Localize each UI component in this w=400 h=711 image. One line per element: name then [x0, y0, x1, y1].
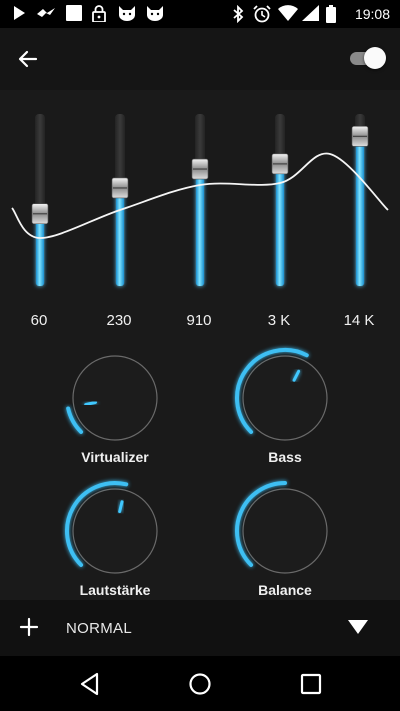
band-label-60: 60: [30, 312, 48, 329]
band-label-14k: 14 K: [343, 312, 375, 329]
bluetooth-icon: [233, 5, 244, 23]
balance-label: Balance: [258, 582, 312, 598]
band-label-910: 910: [186, 312, 212, 329]
slider-fill: [196, 169, 204, 286]
app-bar: [0, 28, 400, 90]
slider-fill: [36, 213, 44, 286]
virtualizer-knob[interactable]: [66, 355, 158, 441]
equalizer-enable-toggle[interactable]: [348, 47, 386, 69]
knob-body[interactable]: [242, 355, 328, 441]
band-label-230: 230: [106, 312, 132, 329]
bass-knob[interactable]: [235, 348, 328, 441]
battery-icon: [326, 5, 336, 23]
bass-label: Bass: [268, 449, 302, 465]
square-notification-icon: [66, 5, 82, 21]
slider-fill: [356, 136, 364, 286]
cat-icon: [147, 6, 163, 21]
triangle-down-icon[interactable]: [346, 618, 370, 636]
band-slider[interactable]: [271, 114, 289, 286]
play-icon: [14, 6, 25, 20]
plus-icon[interactable]: [18, 616, 40, 638]
virtualizer-label: Virtualizer: [81, 449, 149, 465]
knob-indicator: [84, 400, 97, 407]
band-label-3k: 3 K: [267, 312, 291, 329]
cat-icon: [119, 6, 135, 21]
band-slider[interactable]: [351, 114, 369, 286]
lautstaerke-label: Lautstärke: [79, 582, 151, 598]
band-slider[interactable]: [31, 114, 49, 286]
signal-icon: [302, 5, 319, 21]
toggle-thumb: [364, 47, 386, 69]
band-slider[interactable]: [111, 114, 129, 286]
wifi-icon: [278, 5, 298, 21]
nav-recents-icon[interactable]: [297, 670, 325, 698]
preset-bar: NORMAL: [0, 600, 400, 656]
lock-icon: [92, 5, 106, 22]
status-time: 19:08: [354, 6, 390, 22]
status-bar: 19:08: [0, 0, 400, 28]
lautstaerke-knob[interactable]: [65, 481, 158, 574]
nav-home-icon[interactable]: [186, 670, 214, 698]
preset-name[interactable]: NORMAL: [66, 620, 132, 637]
equalizer-panel: 60 230 910 3 K 14 K Virtualizer Bass Lau…: [0, 90, 400, 656]
equalizer-graphic: [11, 114, 389, 574]
knob-body[interactable]: [72, 488, 158, 574]
nav-back-icon[interactable]: [76, 670, 104, 698]
arrow-back-icon[interactable]: [14, 45, 42, 73]
cast-bird-icon: [37, 8, 55, 17]
band-slider[interactable]: [191, 114, 209, 286]
knob-body[interactable]: [72, 355, 158, 441]
balance-knob[interactable]: [235, 481, 328, 574]
alarm-icon: [253, 5, 271, 23]
navigation-bar: [0, 656, 400, 711]
slider-fill: [116, 187, 124, 286]
